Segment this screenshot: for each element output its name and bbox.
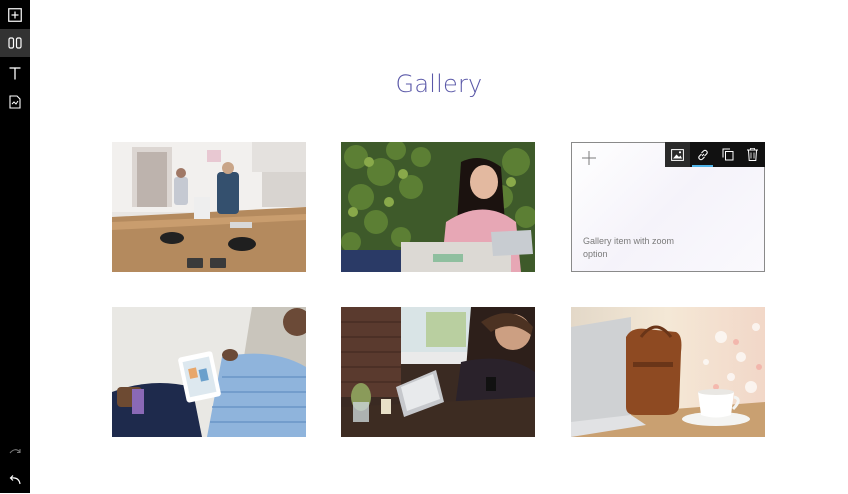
image-icon xyxy=(671,148,684,161)
undo-icon xyxy=(9,475,21,485)
editor-sidebar xyxy=(0,0,30,493)
add-block-button[interactable] xyxy=(0,1,30,29)
add-image-icon[interactable] xyxy=(582,151,596,165)
gallery-item-laptop-man[interactable] xyxy=(341,307,535,437)
redo-button[interactable] xyxy=(0,437,30,465)
replace-image-button[interactable] xyxy=(665,142,690,167)
woman-on-phone-photo xyxy=(341,142,535,272)
link-icon xyxy=(697,149,708,160)
undo-button[interactable] xyxy=(0,466,30,494)
link-button[interactable] xyxy=(690,142,715,167)
trash-icon xyxy=(747,148,758,161)
delete-button[interactable] xyxy=(740,142,765,167)
gallery-item-empty-selected[interactable]: Gallery item with zoom option xyxy=(571,142,765,272)
gallery-item-tablet[interactable] xyxy=(112,307,306,437)
layout-button[interactable] xyxy=(0,29,30,57)
gallery-item-caption[interactable]: Gallery item with zoom option xyxy=(583,235,693,261)
office-table-photo xyxy=(112,142,306,272)
tablet-on-lap-photo xyxy=(112,307,306,437)
page-icon xyxy=(9,95,21,109)
item-toolbar xyxy=(665,142,765,167)
duplicate-button[interactable] xyxy=(715,142,740,167)
redo-icon xyxy=(9,449,21,454)
page-canvas: Gallery Gallery item with zoom option xyxy=(30,0,848,493)
man-at-laptop-photo xyxy=(341,307,535,437)
layout-columns-icon xyxy=(8,37,22,49)
gallery-item-laptop-cup[interactable] xyxy=(571,307,765,437)
gallery-item-office-table[interactable] xyxy=(112,142,306,272)
duplicate-icon xyxy=(722,148,733,161)
gallery-item-woman-phone[interactable] xyxy=(341,142,535,272)
gallery-title[interactable]: Gallery xyxy=(30,70,848,98)
laptop-and-cup-photo xyxy=(571,307,765,437)
page-settings-button[interactable] xyxy=(0,88,30,116)
text-icon xyxy=(9,66,21,79)
text-style-button[interactable] xyxy=(0,59,30,87)
add-icon xyxy=(8,8,22,22)
